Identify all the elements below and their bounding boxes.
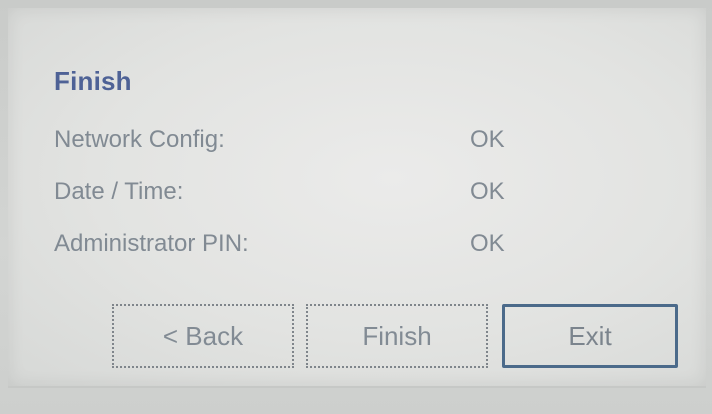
status-value: OK xyxy=(470,230,505,257)
status-value: OK xyxy=(470,178,505,205)
status-label: Administrator PIN: xyxy=(54,230,249,257)
status-label: Date / Time: xyxy=(54,178,184,205)
back-button[interactable]: < Back xyxy=(112,304,294,368)
exit-button[interactable]: Exit xyxy=(502,304,678,368)
status-row-administrator-pin: Administrator PIN: OK xyxy=(54,230,554,264)
page-title: Finish xyxy=(54,66,132,96)
status-row-network-config: Network Config: OK xyxy=(54,126,554,160)
status-value: OK xyxy=(470,126,505,153)
lcd-screen: Finish Network Config: OK Date / Time: O… xyxy=(8,8,706,388)
device-bezel: Finish Network Config: OK Date / Time: O… xyxy=(0,0,712,414)
status-label: Network Config: xyxy=(54,126,225,153)
finish-button[interactable]: Finish xyxy=(306,304,488,368)
status-row-date-time: Date / Time: OK xyxy=(54,178,554,212)
